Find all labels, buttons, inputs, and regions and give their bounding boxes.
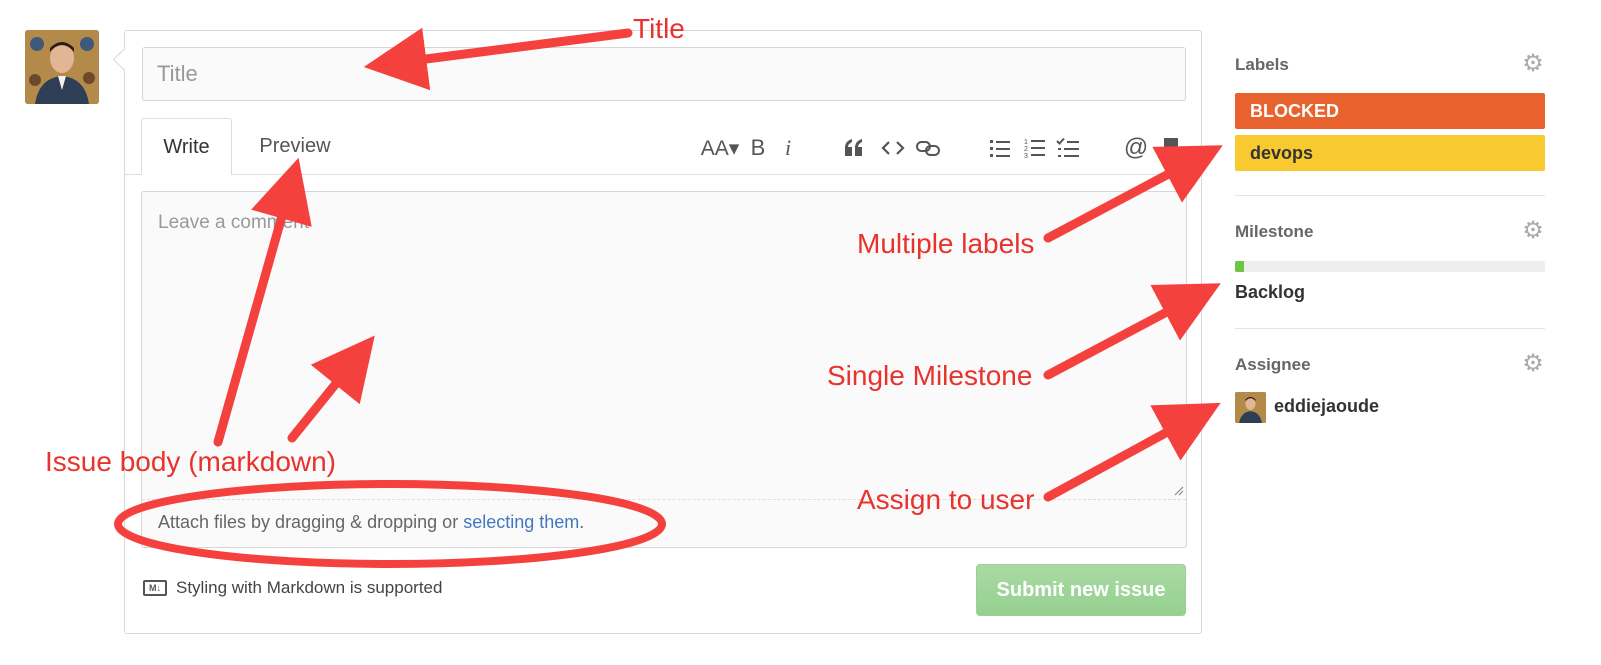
sidebar-divider: [1235, 328, 1545, 329]
mention-button[interactable]: @: [1122, 133, 1150, 163]
title-input[interactable]: [142, 47, 1186, 101]
link-button[interactable]: [914, 133, 942, 163]
assignee-username[interactable]: eddiejaoude: [1274, 396, 1379, 417]
milestone-progress-bar: [1235, 261, 1545, 272]
tab-preview[interactable]: Preview: [240, 118, 350, 175]
select-files-link[interactable]: selecting them: [463, 512, 579, 532]
author-avatar[interactable]: [25, 30, 99, 104]
annotation-single-milestone: Single Milestone: [827, 360, 1033, 391]
annotation-assign-user: Assign to user: [857, 484, 1035, 515]
assignee-avatar[interactable]: [1235, 392, 1266, 423]
attach-files-hint: Attach files by dragging & dropping or s…: [158, 512, 584, 533]
labels-heading: Labels: [1235, 55, 1289, 74]
code-icon: [881, 141, 905, 155]
milestone-progress-fill: [1235, 261, 1245, 272]
milestone-name[interactable]: Backlog: [1235, 282, 1305, 303]
bulleted-list-button[interactable]: [986, 133, 1014, 163]
avatar-image: [25, 30, 99, 104]
label-devops[interactable]: devops: [1235, 135, 1545, 171]
submit-issue-button[interactable]: Submit new issue: [976, 564, 1186, 616]
link-icon: [916, 141, 940, 156]
assignee-avatar-image: [1235, 392, 1266, 423]
annotation-multiple-labels: Multiple labels: [857, 228, 1035, 259]
sidebar-divider: [1235, 195, 1545, 196]
svg-text:3: 3: [1024, 153, 1028, 159]
markdown-icon: M↓: [143, 580, 167, 596]
attach-prefix: Attach files by dragging & dropping or: [158, 512, 464, 532]
saved-reply-button[interactable]: [1160, 133, 1182, 163]
attach-suffix: .: [579, 512, 585, 532]
quote-icon: [845, 139, 862, 156]
tab-write[interactable]: Write: [141, 118, 232, 175]
resize-handle-icon[interactable]: [1172, 484, 1184, 496]
numbered-list-button[interactable]: 1 2 3: [1021, 133, 1049, 163]
label-blocked[interactable]: BLOCKED: [1235, 93, 1545, 129]
svg-text:1: 1: [1024, 139, 1028, 146]
milestone-gear-icon[interactable]: ⚙: [1520, 218, 1546, 244]
bookmark-icon: [1164, 138, 1178, 158]
svg-text:2: 2: [1024, 146, 1028, 153]
text-size-button[interactable]: AA▾: [698, 133, 742, 163]
quote-button[interactable]: [841, 133, 867, 163]
assignee-gear-icon[interactable]: ⚙: [1520, 351, 1546, 377]
task-list-button[interactable]: [1054, 133, 1082, 163]
markdown-help-link[interactable]: Styling with Markdown is supported: [176, 578, 442, 598]
code-button[interactable]: [879, 133, 907, 163]
annotation-title: Title: [633, 13, 685, 44]
milestone-heading: Milestone: [1235, 222, 1314, 241]
labels-gear-icon[interactable]: ⚙: [1520, 51, 1546, 77]
italic-button[interactable]: i: [778, 133, 798, 163]
task-list-icon: [1056, 137, 1079, 157]
annotation-issue-body: Issue body (markdown): [45, 446, 337, 477]
bold-button[interactable]: B: [748, 133, 768, 163]
bulleted-list-icon: [990, 140, 1010, 157]
assignee-heading: Assignee: [1235, 355, 1311, 374]
numbered-list-icon: 1 2 3: [1024, 139, 1045, 159]
